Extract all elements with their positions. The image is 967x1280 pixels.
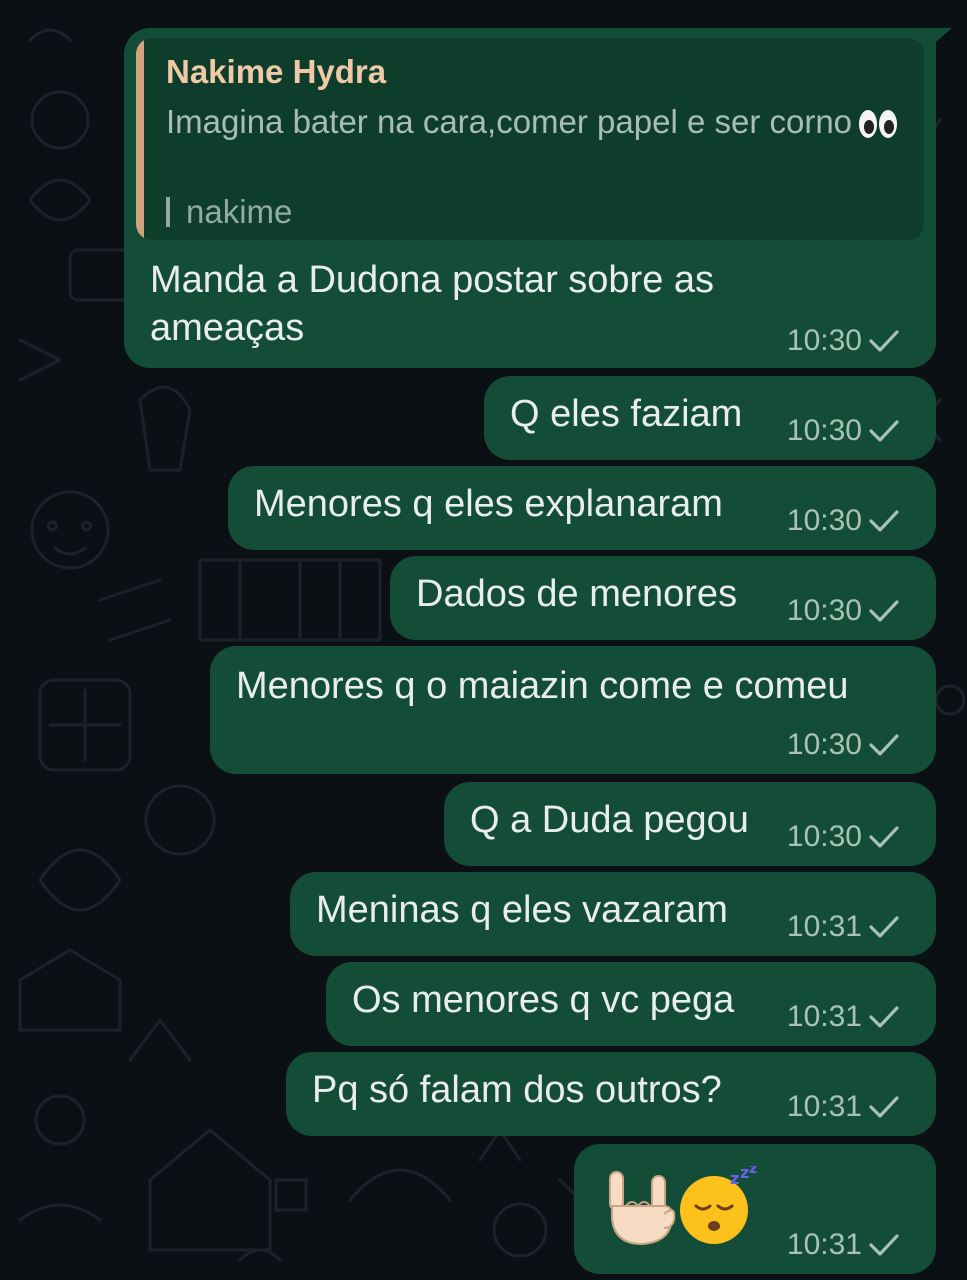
message-text: Q a Duda pegou — [470, 799, 749, 841]
message-time: 10:30 — [786, 324, 862, 357]
message-text: Menores q o maiazin come e comeu — [236, 665, 849, 707]
message-meta: 10:30 — [787, 820, 900, 854]
sent-check-icon — [868, 1232, 900, 1258]
message-text: Os menores q vc pega — [352, 979, 735, 1021]
message-bubble[interactable]: Menores q o maiazin come e comeu 10:30 — [210, 646, 936, 774]
message-bubble[interactable]: Nakime Hydra Imagina bater na cara,comer… — [124, 28, 936, 368]
sent-check-icon — [868, 508, 900, 534]
message-meta: 10:31 — [787, 1090, 900, 1124]
message-bubble[interactable]: Dados de menores 10:30 — [390, 556, 936, 640]
message-meta: 10:30 — [787, 504, 900, 538]
message-text: Pq só falam dos outros? — [312, 1069, 722, 1111]
message-meta: 10:30 — [787, 728, 900, 762]
sent-check-icon — [868, 328, 900, 354]
quoted-message[interactable]: Nakime Hydra Imagina bater na cara,comer… — [136, 38, 924, 240]
sent-check-icon — [868, 1004, 900, 1030]
message-time: 10:31 — [786, 1090, 862, 1123]
message-bubble[interactable]: Menores q eles explanaram 10:30 — [228, 466, 936, 550]
message-time: 10:31 — [786, 1228, 862, 1261]
message-meta: 10:31 — [787, 910, 900, 944]
message-time: 10:30 — [786, 728, 862, 761]
quote-text: Imagina bater na cara,comer papel e ser … — [166, 100, 906, 143]
message-list[interactable]: Nakime Hydra Imagina bater na cara,comer… — [0, 0, 967, 1280]
message-bubble[interactable]: z z z 10:31 — [574, 1144, 936, 1274]
message-time: 10:31 — [786, 1000, 862, 1033]
message-text: Meninas q eles vazaram — [316, 889, 728, 931]
message-time: 10:30 — [786, 594, 862, 627]
message-meta: 10:31 — [787, 1228, 900, 1262]
message-time: 10:30 — [786, 504, 862, 537]
message-text: Manda a Dudona postar sobre as ameaças — [150, 259, 715, 349]
message-meta: 10:30 — [787, 324, 900, 358]
sleeping-face-emoji: z z z — [678, 1161, 760, 1251]
message-meta: 10:31 — [787, 1000, 900, 1034]
message-time: 10:30 — [786, 820, 862, 853]
message-time: 10:31 — [786, 910, 862, 943]
sent-check-icon — [868, 1094, 900, 1120]
message-text: Menores q eles explanaram — [254, 483, 723, 525]
message-bubble[interactable]: Pq só falam dos outros? 10:31 — [286, 1052, 936, 1136]
sent-check-icon — [868, 824, 900, 850]
eyes-emoji — [858, 108, 898, 140]
sent-check-icon — [868, 598, 900, 624]
sub-bar — [166, 197, 170, 227]
svg-text:z: z — [740, 1166, 749, 1182]
sent-check-icon — [868, 914, 900, 940]
svg-text:z: z — [730, 1169, 739, 1188]
message-bubble[interactable]: Q a Duda pegou 10:30 — [444, 782, 936, 866]
message-bubble[interactable]: Meninas q eles vazaram 10:31 — [290, 872, 936, 956]
message-meta: 10:30 — [787, 594, 900, 628]
message-bubble[interactable]: Os menores q vc pega 10:31 — [326, 962, 936, 1046]
message-text: Dados de menores — [416, 573, 738, 615]
message-text: Q eles faziam — [510, 393, 743, 435]
sent-check-icon — [868, 732, 900, 758]
sent-check-icon — [868, 418, 900, 444]
svg-text:z: z — [749, 1166, 757, 1177]
message-meta: 10:30 — [787, 414, 900, 448]
quote-author: Nakime Hydra — [166, 53, 387, 90]
quote-subtitle: nakime — [166, 192, 292, 232]
sign-of-horns-emoji — [604, 1166, 676, 1251]
quote-accent-bar — [136, 38, 144, 240]
message-bubble[interactable]: Q eles faziam 10:30 — [484, 376, 936, 460]
message-time: 10:30 — [786, 414, 862, 447]
